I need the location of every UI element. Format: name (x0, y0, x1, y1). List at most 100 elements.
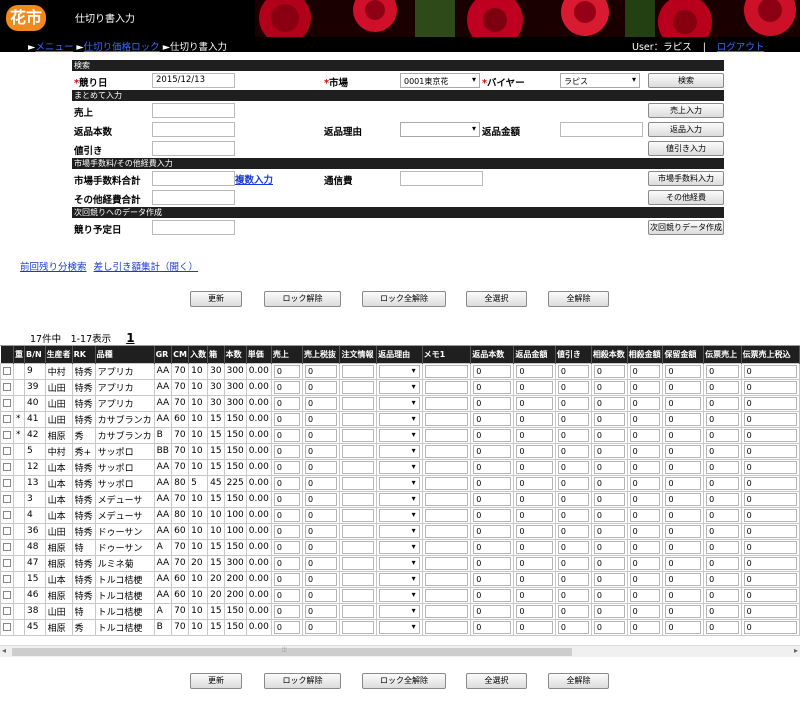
memo-input[interactable] (424, 620, 469, 634)
cell-ret_n-input[interactable]: 0 (473, 540, 512, 554)
cell-slip_t-input[interactable]: 0 (743, 620, 797, 634)
cell-slip-input[interactable]: 0 (706, 412, 739, 426)
memo-input[interactable] (424, 428, 469, 442)
cell-slip-input[interactable]: 0 (706, 556, 739, 570)
cell-ret_a-input[interactable]: 0 (516, 588, 553, 602)
row-checkbox[interactable] (3, 462, 11, 471)
cell-sales-input[interactable]: 0 (273, 540, 301, 554)
memo-input[interactable] (424, 540, 469, 554)
return-reason-cell-select[interactable] (379, 460, 420, 474)
cell-slip_t-input[interactable]: 0 (743, 476, 797, 490)
cell-sales-input[interactable]: 0 (273, 460, 301, 474)
update-button-bottom[interactable]: 更新 (190, 673, 242, 689)
cell-slip-input[interactable]: 0 (706, 428, 739, 442)
order-info-input[interactable] (342, 620, 375, 634)
cell-off_a-input[interactable]: 0 (629, 428, 661, 442)
cell-off_a-input[interactable]: 0 (629, 572, 661, 586)
cell-ret_n-input[interactable]: 0 (473, 444, 512, 458)
return-reason-cell-select[interactable] (379, 508, 420, 522)
cell-sales-input[interactable]: 0 (273, 444, 301, 458)
cell-disc-input[interactable]: 0 (557, 396, 589, 410)
cell-off_n-input[interactable]: 0 (593, 604, 625, 618)
return-reason-cell-select[interactable] (379, 396, 420, 410)
cell-off_a-input[interactable]: 0 (629, 524, 661, 538)
cell-ret_a-input[interactable]: 0 (516, 460, 553, 474)
cell-hold-input[interactable]: 0 (665, 572, 702, 586)
cell-sales-input[interactable]: 0 (273, 428, 301, 442)
cell-ret_n-input[interactable]: 0 (473, 412, 512, 426)
cell-off_n-input[interactable]: 0 (593, 444, 625, 458)
memo-input[interactable] (424, 508, 469, 522)
deduction-total-link[interactable]: 差し引き額集計（開く） (94, 262, 199, 273)
cell-off_n-input[interactable]: 0 (593, 540, 625, 554)
next-data-create-button[interactable]: 次回競りデータ作成 (648, 220, 724, 235)
page-link-1[interactable]: 1 (126, 331, 134, 345)
cell-hold-input[interactable]: 0 (665, 476, 702, 490)
scroll-thumb[interactable]: ⦙⦙⦙ (12, 646, 572, 656)
row-checkbox[interactable] (3, 366, 11, 375)
row-checkbox[interactable] (3, 542, 11, 551)
cell-sales-input[interactable]: 0 (273, 604, 301, 618)
cell-net-input[interactable]: 0 (305, 508, 338, 522)
cell-net-input[interactable]: 0 (305, 604, 338, 618)
cell-disc-input[interactable]: 0 (557, 556, 589, 570)
cell-disc-input[interactable]: 0 (557, 524, 589, 538)
select-all-button-bottom[interactable]: 全選択 (466, 673, 527, 689)
cell-slip-input[interactable]: 0 (706, 604, 739, 618)
cell-net-input[interactable]: 0 (305, 476, 338, 490)
cell-disc-input[interactable]: 0 (557, 428, 589, 442)
memo-input[interactable] (424, 556, 469, 570)
order-info-input[interactable] (342, 460, 375, 474)
comm-fee-input[interactable] (400, 171, 483, 186)
cell-disc-input[interactable]: 0 (557, 380, 589, 394)
cell-off_n-input[interactable]: 0 (593, 428, 625, 442)
search-button[interactable]: 検索 (648, 73, 724, 88)
cell-slip-input[interactable]: 0 (706, 508, 739, 522)
cell-ret_a-input[interactable]: 0 (516, 428, 553, 442)
cell-off_a-input[interactable]: 0 (629, 364, 661, 378)
order-info-input[interactable] (342, 380, 375, 394)
cell-hold-input[interactable]: 0 (665, 588, 702, 602)
cell-slip_t-input[interactable]: 0 (743, 524, 797, 538)
cell-ret_n-input[interactable]: 0 (473, 460, 512, 474)
cell-ret_n-input[interactable]: 0 (473, 380, 512, 394)
scroll-right-arrow-icon[interactable]: ▸ (794, 646, 798, 655)
cell-ret_n-input[interactable]: 0 (473, 396, 512, 410)
unlock-all-button[interactable]: ロック全解除 (362, 291, 446, 307)
cell-slip_t-input[interactable]: 0 (743, 508, 797, 522)
cell-disc-input[interactable]: 0 (557, 588, 589, 602)
cell-net-input[interactable]: 0 (305, 572, 338, 586)
order-info-input[interactable] (342, 444, 375, 458)
cell-hold-input[interactable]: 0 (665, 396, 702, 410)
update-button[interactable]: 更新 (190, 291, 242, 307)
return-count-input[interactable] (152, 122, 235, 137)
cell-slip_t-input[interactable]: 0 (743, 412, 797, 426)
cell-slip-input[interactable]: 0 (706, 380, 739, 394)
return-input-button[interactable]: 返品入力 (648, 122, 724, 137)
unlock-all-button-bottom[interactable]: ロック全解除 (362, 673, 446, 689)
market-select[interactable]: 0001東京花 (400, 73, 480, 88)
deselect-all-button-bottom[interactable]: 全解除 (548, 673, 609, 689)
order-info-input[interactable] (342, 492, 375, 506)
order-info-input[interactable] (342, 428, 375, 442)
cell-off_n-input[interactable]: 0 (593, 412, 625, 426)
cell-hold-input[interactable]: 0 (665, 540, 702, 554)
cell-ret_a-input[interactable]: 0 (516, 412, 553, 426)
cell-sales-input[interactable]: 0 (273, 396, 301, 410)
row-checkbox[interactable] (3, 510, 11, 519)
cell-sales-input[interactable]: 0 (273, 588, 301, 602)
market-fee-input-button[interactable]: 市場手数料入力 (648, 171, 724, 186)
cell-off_n-input[interactable]: 0 (593, 460, 625, 474)
cell-net-input[interactable]: 0 (305, 588, 338, 602)
return-reason-cell-select[interactable] (379, 476, 420, 490)
cell-hold-input[interactable]: 0 (665, 492, 702, 506)
cell-slip-input[interactable]: 0 (706, 588, 739, 602)
return-reason-cell-select[interactable] (379, 540, 420, 554)
row-checkbox[interactable] (3, 478, 11, 487)
return-reason-cell-select[interactable] (379, 412, 420, 426)
cell-off_n-input[interactable]: 0 (593, 492, 625, 506)
cell-net-input[interactable]: 0 (305, 380, 338, 394)
memo-input[interactable] (424, 380, 469, 394)
cell-off_a-input[interactable]: 0 (629, 492, 661, 506)
row-checkbox[interactable] (3, 414, 11, 423)
